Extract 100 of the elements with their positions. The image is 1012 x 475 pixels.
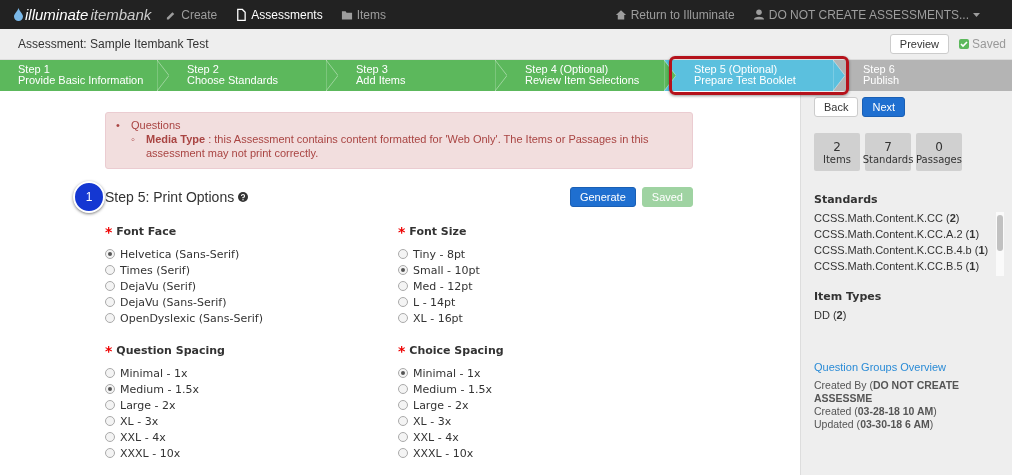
radio-button[interactable] [398,313,408,323]
step-title: Add Items [356,75,407,86]
chevron-icon [157,60,169,91]
preview-button[interactable]: Preview [889,34,949,54]
radio-button[interactable] [105,384,115,394]
step-number: Step 4 (Optional) [525,64,609,75]
bullet-icon: • [116,118,125,132]
check-icon [958,39,969,49]
folder-icon [340,8,353,21]
step-title: Publish [863,75,901,86]
radio-button[interactable] [398,265,408,275]
group-label: Font Face [116,225,177,238]
option-label[interactable]: Medium - 1.5x [120,382,199,396]
alert-heading: Questions [131,118,181,132]
option-label[interactable]: DejaVu (Serif) [120,279,197,293]
step-number: Step 3 [356,64,388,75]
standards-heading: Standards [814,193,879,206]
scrollbar-thumb[interactable] [997,215,1003,251]
scrollbar-track[interactable] [996,212,1004,276]
count-value: 0 [935,139,943,154]
required-mark: * [398,226,406,237]
option-label[interactable]: Minimal - 1x [120,366,188,380]
item-types-heading: Item Types [814,290,883,303]
required-mark: * [105,345,113,356]
option-label[interactable]: XL - 3x [413,414,452,428]
radio-button[interactable] [105,281,115,291]
option-label[interactable]: XL - 16pt [413,311,463,325]
home-icon [614,8,627,21]
option-label[interactable]: DejaVu (Sans-Serif) [120,295,227,309]
radio-button[interactable] [105,297,115,307]
step-title: Provide Basic Information [18,75,145,86]
back-button[interactable]: Back [814,97,859,117]
group-label: Question Spacing [116,344,225,357]
count-value: 2 [833,139,841,154]
radio-button[interactable] [398,416,408,426]
radio-button[interactable] [398,281,408,291]
meta-line: Created By (DO NOT CREATE ASSESSME [814,379,961,405]
count-label: Items [823,153,851,165]
radio-button[interactable] [398,384,408,394]
radio-button[interactable] [105,448,115,458]
standard-item: CCSS.Math.Content.K.CC.B.4.b (1) [814,244,989,258]
alert-message: Media Type : this Assessment contains content formatted for 'Web Only'. The Items or Passages in this assessment may not print correctly. [146,132,650,160]
meta-line: Created (03-28-18 10 AM) [814,405,938,418]
user-icon [752,8,765,21]
nav-link[interactable]: Items [340,7,386,22]
required-mark: * [398,345,406,356]
group-label: Font Size [409,225,467,238]
option-label[interactable]: XL - 3x [120,414,159,428]
option-label[interactable]: Tiny - 8pt [413,247,466,261]
step-number: Step 5 (Optional) [694,64,778,75]
option-label[interactable]: OpenDyslexic (Sans-Serif) [120,311,263,325]
next-button[interactable]: Next [862,97,906,117]
nav-link[interactable]: Assessments [235,7,323,22]
bullet-icon: ◦ [131,132,140,160]
option-label[interactable]: Med - 12pt [413,279,473,293]
option-label[interactable]: Large - 2x [413,398,469,412]
chevron-icon [495,60,507,91]
standard-item: CCSS.Math.Content.K.CC (2) [814,212,961,226]
step-title: Review Item Selections [525,75,641,86]
product-name[interactable]: itembank [90,6,152,23]
brand-name[interactable]: illuminate [25,6,89,23]
help-icon[interactable] [238,192,249,202]
nav-link[interactable]: Create [165,7,218,22]
document-icon [235,8,248,21]
option-label[interactable]: L - 14pt [413,295,456,309]
option-label[interactable]: XXL - 4x [413,430,459,444]
section-title: Step 5: Print Options [105,189,235,205]
option-label[interactable]: Helvetica (Sans-Serif) [120,247,240,261]
radio-button[interactable] [105,368,115,378]
step-title: Choose Standards [187,75,280,86]
step-marker: 1 [73,181,105,213]
standard-item: CCSS.Math.Content.K.CC.A.2 (1) [814,228,981,242]
required-mark: * [105,226,113,237]
user-menu[interactable]: DO NOT CREATE ASSESSMENTS... [752,7,980,22]
radio-button[interactable] [398,297,408,307]
radio-button[interactable] [105,249,115,259]
radio-button[interactable] [105,400,115,410]
radio-button[interactable] [398,432,408,442]
radio-button[interactable] [398,249,408,259]
step-number: Step 2 [187,64,219,75]
radio-button[interactable] [105,265,115,275]
option-label[interactable]: Small - 10pt [413,263,480,277]
radio-button[interactable] [398,400,408,410]
option-label[interactable]: XXL - 4x [120,430,166,444]
saved-label: Saved [971,37,1006,51]
option-label[interactable]: XXXL - 10x [120,446,181,460]
radio-button[interactable] [105,416,115,426]
chevron-icon [833,60,845,91]
option-label[interactable]: Large - 2x [120,398,176,412]
return-link[interactable]: Return to Illuminate [614,7,735,22]
radio-button[interactable] [105,432,115,442]
option-label[interactable]: Medium - 1.5x [413,382,492,396]
generate-button[interactable]: Generate [569,187,636,207]
radio-button[interactable] [398,368,408,378]
radio-button[interactable] [105,313,115,323]
radio-button[interactable] [398,448,408,458]
option-label[interactable]: Times (Serif) [120,263,190,277]
option-label[interactable]: Minimal - 1x [413,366,481,380]
option-label[interactable]: XXXL - 10x [413,446,474,460]
chevron-icon [326,60,338,91]
